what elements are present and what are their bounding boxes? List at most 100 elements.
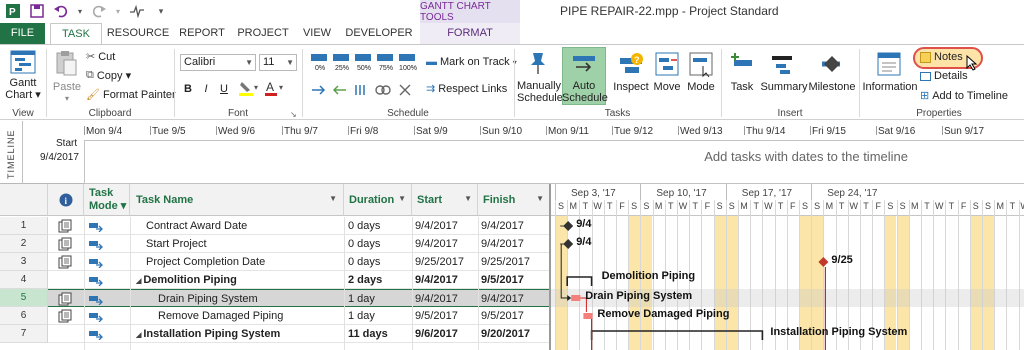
row-number[interactable]: 6 [0, 307, 48, 325]
start-cell[interactable]: 9/4/2017 [415, 235, 458, 253]
table-row[interactable]: Start Project 0 days 9/4/2017 9/4/2017 [48, 235, 549, 253]
font-size-select[interactable]: 11 ▼ [259, 54, 297, 71]
pct-75-button[interactable]: 75% [375, 63, 397, 75]
tab-resource[interactable]: RESOURCE [106, 23, 170, 44]
undo-dropdown-icon[interactable]: ▾ [76, 2, 84, 20]
start-cell[interactable]: 9/4/2017 [415, 290, 458, 308]
redo-dropdown-icon[interactable]: ▾ [114, 2, 122, 20]
indicators-header[interactable]: i [48, 184, 84, 216]
task-name-cell[interactable]: Contract Award Date [146, 217, 344, 235]
pct-100-button[interactable]: 100% [397, 63, 419, 75]
row-number[interactable]: 5 [0, 289, 48, 307]
finish-cell[interactable]: 9/4/2017 [481, 290, 524, 308]
table-row[interactable]: Contract Award Date 0 days 9/4/2017 9/4/201… [48, 217, 549, 235]
table-row[interactable]: Remove Damaged Piping 1 day 9/5/2017 9/5/20… [48, 307, 549, 325]
task-name-cell[interactable]: Start Project [146, 235, 344, 253]
finish-cell[interactable]: 9/20/2017 [481, 325, 530, 343]
duration-cell[interactable]: 0 days [348, 235, 380, 253]
start-cell[interactable]: 9/4/2017 [415, 271, 458, 289]
save-icon[interactable] [28, 2, 46, 20]
paste-dropdown-icon[interactable]: ▾ [60, 93, 74, 105]
start-header[interactable]: Start ▼ [412, 184, 478, 216]
add-to-timeline-button[interactable]: ⊞ Add to Timeline [920, 89, 1008, 103]
finish-cell[interactable]: 9/4/2017 [481, 235, 524, 253]
pct-25-button[interactable]: 25% [331, 63, 353, 75]
task-mode-header[interactable]: Task Mode ▾ [84, 184, 130, 216]
task-name-cell[interactable]: Drain Piping System [158, 290, 356, 308]
timeline-box[interactable]: Add tasks with dates to the timeline [84, 140, 1024, 184]
duration-cell[interactable]: 0 days [348, 217, 380, 235]
pct-50-button[interactable]: 50% [353, 63, 375, 75]
start-cell[interactable]: 9/5/2017 [415, 307, 458, 325]
tab-developer[interactable]: DEVELOPER [342, 23, 416, 44]
gantt-chart[interactable]: SMTWTFSSMTWTFSSMTWTFSSMTWTFSSMTWTFSSMTWS… [549, 184, 1024, 350]
table-row[interactable]: ◢ Demolition Piping 2 days 9/4/2017 9/5/201… [48, 271, 549, 289]
tab-view[interactable]: VIEW [296, 23, 338, 44]
gantt-chart-button[interactable]: Gantt Chart ▾ [4, 77, 42, 101]
select-all-corner[interactable] [0, 184, 48, 216]
pct-0-button[interactable]: 0% [309, 63, 331, 75]
task-name-cell[interactable]: ◢ Demolition Piping [136, 271, 344, 289]
underline-button[interactable]: U [218, 83, 230, 95]
duration-cell[interactable]: 11 days [348, 325, 388, 343]
notes-indicator-icon[interactable] [58, 309, 72, 323]
task-name-cell[interactable]: Remove Damaged Piping [158, 307, 356, 325]
auto-schedule-button[interactable]: Auto Schedule [562, 80, 608, 104]
mode-button[interactable]: Mode [684, 81, 718, 93]
start-cell[interactable]: 9/6/2017 [415, 325, 458, 343]
inspect-button[interactable]: Inspect [611, 81, 651, 93]
mark-on-track-button[interactable]: ▬Mark on Track▾ [426, 56, 517, 68]
undo-icon[interactable] [52, 2, 70, 20]
paste-button[interactable]: Paste [50, 81, 84, 93]
duration-cell[interactable]: 2 days [348, 271, 382, 289]
notes-button[interactable]: Notes [920, 51, 963, 63]
font-color-icon[interactable]: A ▾ [264, 80, 286, 99]
tab-task[interactable]: TASK [50, 23, 102, 45]
tab-project[interactable]: PROJECT [234, 23, 292, 44]
summary-button[interactable]: Summary [760, 81, 808, 93]
task-button[interactable]: Task [725, 81, 759, 93]
notes-indicator-icon[interactable] [58, 237, 72, 251]
finish-header[interactable]: Finish ▼ [478, 184, 549, 216]
timeline-pane[interactable]: TIMELINE Start 9/4/2017 Mon 9/4 Tue 9/5 We… [0, 121, 1024, 184]
redo-icon[interactable] [90, 2, 108, 20]
copy-button[interactable]: ⧉ Copy ▾ [86, 69, 131, 82]
row-number[interactable]: 2 [0, 235, 48, 253]
italic-button[interactable]: I [200, 83, 212, 95]
manually-schedule-button[interactable]: Manually Schedule [517, 80, 563, 104]
notes-indicator-icon[interactable] [58, 255, 72, 269]
duration-cell[interactable]: 1 day [348, 307, 375, 325]
highlight-color-icon[interactable]: ▾ [238, 80, 260, 99]
finish-cell[interactable]: 9/5/2017 [481, 271, 524, 289]
finish-cell[interactable]: 9/4/2017 [481, 217, 524, 235]
table-row[interactable]: ◢ Installation Piping System 11 days 9/6/2… [48, 325, 549, 343]
milestone-button[interactable]: Milestone [807, 81, 857, 93]
customize-qat-icon[interactable]: ▾ [152, 2, 170, 20]
tab-format[interactable]: FORMAT [420, 23, 520, 44]
row-number[interactable]: 3 [0, 253, 48, 271]
task-name-cell[interactable]: Project Completion Date [146, 253, 344, 271]
notes-indicator-icon[interactable] [58, 292, 72, 306]
cut-button[interactable]: ✂ Cut [86, 50, 115, 64]
start-cell[interactable]: 9/4/2017 [415, 217, 458, 235]
respect-links-button[interactable]: ⇉ Respect Links [426, 82, 507, 96]
font-dialog-launcher-icon[interactable]: ↘ [290, 110, 297, 119]
tab-report[interactable]: REPORT [174, 23, 230, 44]
row-number[interactable]: 4 [0, 271, 48, 289]
table-row[interactable]: Project Completion Date 0 days 9/25/2017 9/… [48, 253, 549, 271]
row-number[interactable]: 1 [0, 217, 48, 235]
row-number[interactable]: 7 [0, 325, 48, 343]
information-button[interactable]: Information [862, 81, 918, 93]
table-row[interactable]: Drain Piping System 1 day 9/4/2017 9/4/2017 [48, 289, 549, 307]
task-name-cell[interactable]: ◢ Installation Piping System [136, 325, 344, 343]
details-button[interactable]: Details [920, 70, 968, 82]
task-name-header[interactable]: Task Name ▼ [130, 184, 344, 216]
bold-button[interactable]: B [182, 83, 194, 95]
font-family-select[interactable]: Calibri ▼ [180, 54, 256, 71]
start-cell[interactable]: 9/25/2017 [415, 253, 464, 271]
move-button[interactable]: Move [651, 81, 683, 93]
duration-cell[interactable]: 0 days [348, 253, 380, 271]
finish-cell[interactable]: 9/25/2017 [481, 253, 530, 271]
pulse-icon[interactable] [128, 2, 146, 20]
format-painter-button[interactable]: 🖌 Format Painter [86, 88, 176, 102]
